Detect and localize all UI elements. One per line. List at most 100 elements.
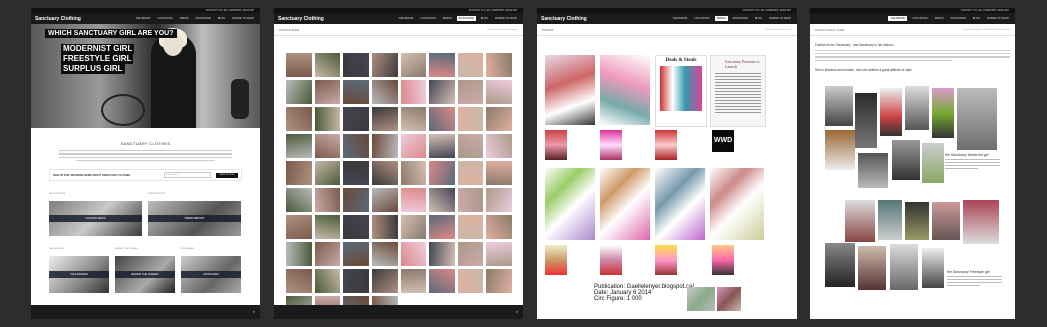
instagram-photo[interactable] bbox=[343, 269, 369, 293]
instagram-photo[interactable] bbox=[314, 215, 341, 239]
nav-item-the-brand[interactable]: THE BRAND bbox=[396, 16, 415, 21]
tile-tale-boards[interactable]: TALE BOARDS bbox=[49, 256, 109, 293]
blog-thumbnail[interactable] bbox=[717, 287, 741, 311]
brand-logo[interactable]: Sanctuary Clothing bbox=[35, 16, 81, 22]
breadcrumb[interactable]: You are here: Home / The Brand / Sanctua… bbox=[963, 29, 1010, 31]
nav-item-where-to-shop[interactable]: WHERE TO SHOP bbox=[985, 16, 1011, 21]
instagram-photo[interactable] bbox=[286, 242, 312, 266]
social-icon[interactable]: ● bbox=[516, 309, 518, 314]
email-input[interactable]: E-mail address bbox=[164, 172, 211, 179]
blog-thumbnail[interactable] bbox=[687, 287, 715, 311]
nav-item-the-brand[interactable]: THE BRAND bbox=[888, 16, 908, 21]
instagram-photo[interactable] bbox=[286, 188, 312, 212]
tile-fashion-news[interactable]: FASHION NEWS bbox=[49, 201, 142, 236]
instagram-photo[interactable] bbox=[457, 80, 484, 104]
instagram-photo[interactable] bbox=[429, 107, 455, 131]
hero-banner[interactable]: WHICH SANCTUARY GIRL ARE YOU? MODERNIST … bbox=[31, 24, 260, 128]
instagram-photo[interactable] bbox=[457, 242, 484, 266]
instagram-photo[interactable] bbox=[286, 134, 312, 158]
nav-item-where-to-shop[interactable]: WHERE TO SHOP bbox=[230, 16, 256, 21]
magazine-cover[interactable] bbox=[600, 130, 622, 160]
instagram-photo[interactable] bbox=[429, 242, 455, 266]
instagram-photo[interactable] bbox=[429, 188, 455, 212]
instagram-photo[interactable] bbox=[343, 215, 369, 239]
instagram-photo[interactable] bbox=[371, 242, 398, 266]
instagram-photo[interactable] bbox=[400, 161, 427, 185]
instagram-photo[interactable] bbox=[400, 269, 427, 293]
wwd-logo[interactable]: WWD bbox=[712, 130, 734, 152]
press-clipping[interactable] bbox=[545, 168, 595, 240]
instagram-photo[interactable] bbox=[314, 161, 341, 185]
tile-behind-the-scenes[interactable]: BEHIND THE SCENES bbox=[115, 256, 175, 293]
instagram-photo[interactable] bbox=[371, 53, 398, 77]
magazine-cover[interactable] bbox=[600, 245, 622, 275]
instagram-photo[interactable] bbox=[343, 188, 369, 212]
instagram-photo[interactable] bbox=[371, 215, 398, 239]
instagram-photo[interactable] bbox=[457, 107, 484, 131]
instagram-photo[interactable] bbox=[286, 53, 312, 77]
instagram-photo[interactable] bbox=[486, 269, 512, 293]
magazine-cover[interactable] bbox=[712, 245, 734, 275]
brand-logo[interactable]: Sanctuary Clothing bbox=[541, 16, 587, 22]
instagram-photo[interactable] bbox=[286, 80, 312, 104]
press-clipping[interactable] bbox=[710, 168, 764, 240]
nav-item-look-book[interactable]: LOOK BOOK bbox=[418, 16, 437, 21]
brand-logo[interactable]: Sanctuary Clothing bbox=[278, 16, 324, 22]
instagram-photo[interactable] bbox=[343, 107, 369, 131]
nav-item-look-book[interactable]: LOOK BOOK bbox=[155, 16, 174, 21]
nav-item-look-book[interactable]: LOOK BOOK bbox=[910, 16, 929, 21]
hero-line-modernist[interactable]: MODERNIST GIRL bbox=[61, 44, 135, 54]
press-clipping[interactable]: Deals & Steals bbox=[655, 55, 707, 127]
nav-item-press[interactable]: PRESS bbox=[933, 16, 946, 21]
signup-button[interactable]: SIGN UP NOW bbox=[216, 172, 238, 178]
instagram-photo[interactable] bbox=[286, 161, 312, 185]
instagram-photo[interactable] bbox=[343, 53, 369, 77]
nav-item-the-brand[interactable]: THE BRAND bbox=[133, 16, 152, 21]
instagram-photo[interactable] bbox=[286, 107, 312, 131]
nav-item-blog[interactable]: BLOG bbox=[479, 16, 490, 21]
press-clipping[interactable] bbox=[655, 168, 705, 240]
hero-line-surplus[interactable]: SURPLUS GIRL bbox=[61, 64, 125, 74]
nav-item-instagram[interactable]: INSTAGRAM bbox=[194, 16, 213, 21]
instagram-photo[interactable] bbox=[314, 53, 341, 77]
instagram-photo[interactable] bbox=[457, 188, 484, 212]
nav-item-press[interactable]: PRESS bbox=[441, 16, 454, 21]
instagram-photo[interactable] bbox=[371, 134, 398, 158]
press-clipping[interactable] bbox=[545, 55, 595, 125]
press-clipping[interactable] bbox=[600, 168, 650, 240]
nav-item-instagram[interactable]: INSTAGRAM bbox=[949, 16, 968, 21]
instagram-photo[interactable] bbox=[457, 134, 484, 158]
breadcrumb[interactable]: You are here: Home / Press bbox=[765, 29, 792, 31]
breadcrumb[interactable]: You are here: Home / Instagram bbox=[487, 29, 518, 31]
instagram-photo[interactable] bbox=[457, 215, 484, 239]
nav-item-look-book[interactable]: LOOK BOOK bbox=[692, 16, 711, 21]
magazine-cover[interactable] bbox=[655, 130, 677, 160]
instagram-photo[interactable] bbox=[429, 161, 455, 185]
press-clipping[interactable]: Sanctuary Presents to Launch bbox=[710, 55, 766, 127]
hero-line-freestyle[interactable]: FREESTYLE GIRL bbox=[61, 54, 134, 64]
instagram-photo[interactable] bbox=[486, 161, 512, 185]
social-icon[interactable]: ● bbox=[253, 309, 255, 314]
instagram-photo[interactable] bbox=[400, 134, 427, 158]
nav-item-the-brand[interactable]: THE BRAND bbox=[670, 16, 689, 21]
instagram-photo[interactable] bbox=[400, 107, 427, 131]
nav-item-instagram[interactable]: INSTAGRAM bbox=[456, 16, 476, 21]
instagram-photo[interactable] bbox=[486, 188, 512, 212]
nav-item-where-to-shop[interactable]: WHERE TO SHOP bbox=[767, 16, 793, 21]
instagram-photo[interactable] bbox=[429, 80, 455, 104]
instagram-photo[interactable] bbox=[371, 107, 398, 131]
instagram-photo[interactable] bbox=[429, 53, 455, 77]
instagram-photo[interactable] bbox=[371, 80, 398, 104]
instagram-photo[interactable] bbox=[286, 269, 312, 293]
press-clipping[interactable] bbox=[600, 55, 650, 125]
instagram-photo[interactable] bbox=[429, 215, 455, 239]
nav-item-blog[interactable]: BLOG bbox=[753, 16, 764, 21]
nav-item-where-to-shop[interactable]: WHERE TO SHOP bbox=[493, 16, 519, 21]
instagram-photo[interactable] bbox=[371, 188, 398, 212]
instagram-photo[interactable] bbox=[429, 269, 455, 293]
nav-item-blog[interactable]: BLOG bbox=[216, 16, 227, 21]
nav-item-press[interactable]: PRESS bbox=[714, 16, 728, 21]
instagram-photo[interactable] bbox=[486, 80, 512, 104]
instagram-photo[interactable] bbox=[314, 242, 341, 266]
instagram-photo[interactable] bbox=[400, 188, 427, 212]
